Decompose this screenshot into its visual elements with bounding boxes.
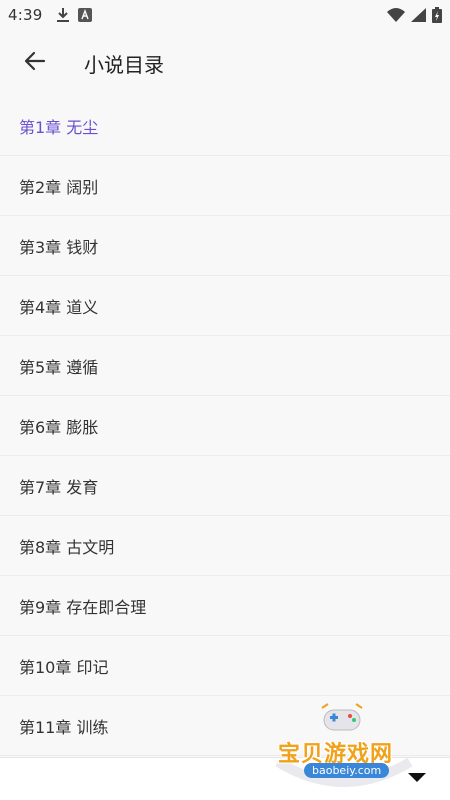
chapter-label: 第5章 遵循 [19,357,99,377]
screen: 4:39 小说目录 第1章 无尘 第2章 阔别 第3章 钱财 第4章 道义 第5… [0,0,450,800]
wifi-icon [387,8,405,22]
battery-icon [432,7,442,23]
arrow-left-icon [24,50,46,76]
chapter-label: 第11章 训练 [19,717,109,737]
chapter-label: 第8章 古文明 [19,537,115,557]
chapter-item[interactable]: 第4章 道义 [0,276,450,336]
status-left-icons [56,7,93,23]
chapter-item[interactable]: 第6章 膨胀 [0,396,450,456]
status-right-icons [387,7,442,23]
toolbar: 小说目录 [0,30,450,96]
download-icon [56,7,70,23]
gamepad-icon [321,703,363,731]
chapter-item[interactable]: 第2章 阔别 [0,156,450,216]
chapter-label: 第10章 印记 [19,657,109,677]
chapter-item[interactable]: 第3章 钱财 [0,216,450,276]
chapter-item[interactable]: 第7章 发育 [0,456,450,516]
app-notification-icon [78,8,93,22]
chapter-list: 第1章 无尘 第2章 阔别 第3章 钱财 第4章 道义 第5章 遵循 第6章 膨… [0,96,450,756]
chapter-item[interactable]: 第8章 古文明 [0,516,450,576]
chapter-label: 第3章 钱财 [19,237,99,257]
chapter-item[interactable]: 第5章 遵循 [0,336,450,396]
chapter-item[interactable]: 第1章 无尘 [0,96,450,156]
watermark-url: baobeiy.com [304,763,390,778]
chapter-label: 第2章 阔别 [19,177,99,197]
status-time: 4:39 [8,6,43,24]
chapter-item[interactable]: 第9章 存在即合理 [0,576,450,636]
back-button[interactable] [18,46,52,80]
chapter-label: 第6章 膨胀 [19,417,99,437]
chapter-label: 第4章 道义 [19,297,99,317]
chapter-label: 第9章 存在即合理 [19,597,147,617]
signal-icon [411,8,426,22]
chapter-item[interactable]: 第10章 印记 [0,636,450,696]
page-title: 小说目录 [84,52,164,77]
watermark-logo: 宝贝游戏网 baobeiy.com [272,700,422,796]
chapter-label: 第1章 无尘 [19,117,99,137]
status-bar: 4:39 [0,0,450,30]
chapter-label: 第7章 发育 [19,477,99,497]
